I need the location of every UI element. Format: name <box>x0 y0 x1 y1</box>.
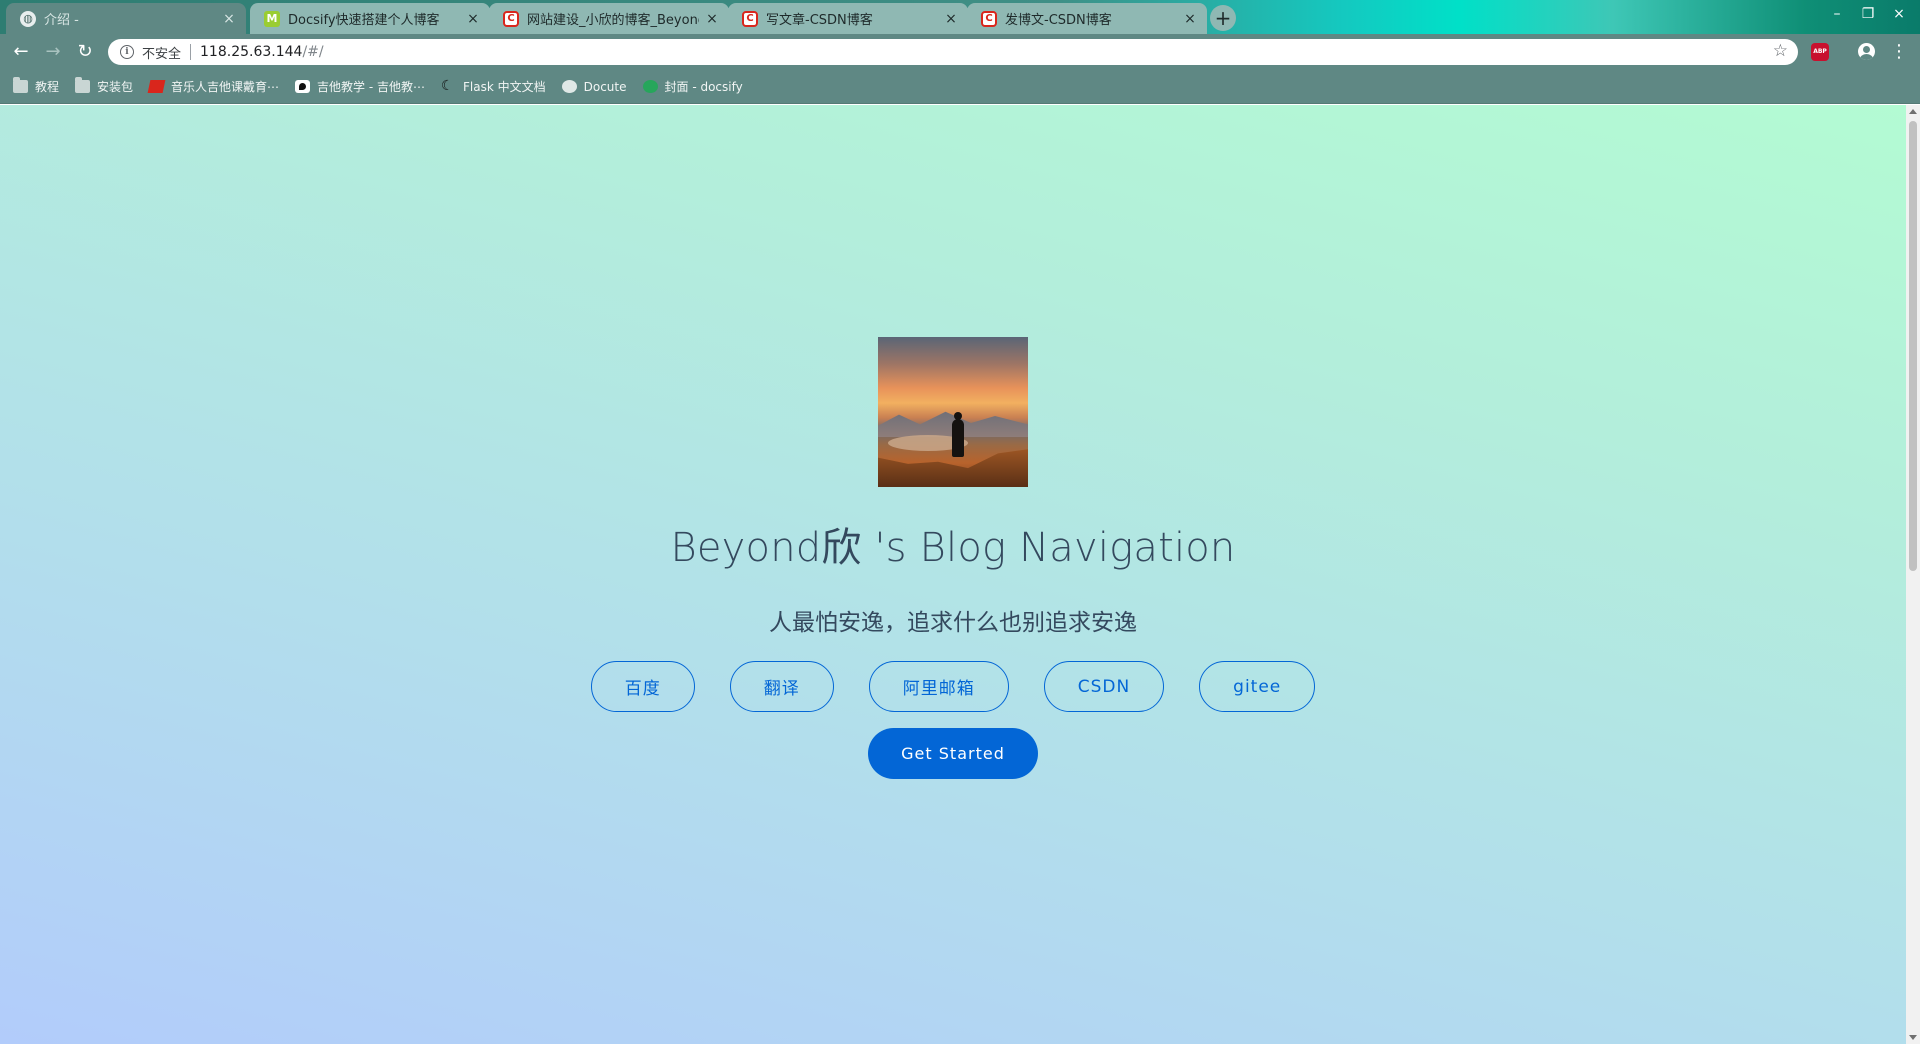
bookmark-label: 封面 - docsify <box>664 80 743 94</box>
translate-link-button[interactable]: 翻译 <box>729 661 834 712</box>
folder-icon <box>13 77 28 93</box>
bookmark-docsify-cover[interactable]: 封面 - docsify <box>642 78 743 95</box>
bookmark-label: 安装包 <box>97 80 134 94</box>
adblock-extension-icon[interactable]: ABP <box>1811 43 1829 61</box>
cover-section: Beyond欣 's Blog Navigation 人最怕安逸，追求什么也别追… <box>0 105 1906 779</box>
logo-person <box>952 412 964 457</box>
baidu-link-button[interactable]: 百度 <box>590 661 695 712</box>
bookmark-docute[interactable]: Docute <box>561 79 627 94</box>
frog-icon <box>642 80 658 93</box>
new-tab-button[interactable]: + <box>1210 5 1236 31</box>
bookmark-tutorials[interactable]: 教程 <box>13 77 60 95</box>
tab-title: 写文章-CSDN博客 <box>766 13 873 28</box>
tab-docsify[interactable]: M Docsify快速搭建个人博客 × <box>250 3 490 34</box>
url-host[interactable]: 118.25.63.144 <box>200 44 302 60</box>
url-path[interactable]: /#/ <box>302 44 323 60</box>
tab-csdn-blog[interactable]: C 网站建设_小欣的博客_Beyond欣 × <box>489 3 729 34</box>
tab-title: 介绍 - <box>44 13 79 28</box>
security-label[interactable]: 不安全 <box>142 43 181 62</box>
tagline: 人最怕安逸，追求什么也别追求安逸 <box>769 610 1137 636</box>
profile-avatar-icon[interactable] <box>1858 43 1875 60</box>
reload-icon[interactable]: ↻ <box>73 40 97 64</box>
m-logo-icon: M <box>264 10 280 27</box>
page-title: Beyond欣 's Blog Navigation <box>670 525 1236 571</box>
tab-csdn-write[interactable]: C 写文章-CSDN博客 × <box>728 3 968 34</box>
back-icon[interactable]: ← <box>9 40 33 64</box>
folder-icon <box>75 77 91 93</box>
tab-intro[interactable]: ◍ 介绍 - × <box>6 3 246 34</box>
music-site-icon <box>147 80 166 93</box>
bookmark-flask-docs[interactable]: ☾ Flask 中文文档 <box>441 78 546 95</box>
guitar-site-icon <box>295 80 311 93</box>
bookmarks-bar: 教程 安装包 音乐人吉他课戴育⋯ 吉他教学 - 吉他教⋯ ☾ Flask 中文文… <box>0 70 1920 104</box>
link-buttons: 百度 翻译 阿里邮箱 CSDN gitee <box>590 661 1316 712</box>
close-icon[interactable]: × <box>705 11 719 27</box>
bookmark-label: 教程 <box>35 80 60 94</box>
bookmark-guitar-teaching[interactable]: 吉他教学 - 吉他教⋯ <box>295 78 425 95</box>
address-separator <box>190 44 192 60</box>
csdn-icon: C <box>742 10 758 27</box>
globe-icon: ◍ <box>20 10 36 27</box>
bookmark-label: Docute <box>583 79 627 94</box>
bookmark-guitar-course[interactable]: 音乐人吉他课戴育⋯ <box>147 78 280 95</box>
csdn-link-button[interactable]: CSDN <box>1043 661 1165 712</box>
globe-icon <box>561 80 577 93</box>
csdn-icon: C <box>981 10 997 27</box>
forward-icon[interactable]: → <box>41 40 65 64</box>
page-viewport: Beyond欣 's Blog Navigation 人最怕安逸，追求什么也别追… <box>0 105 1906 1044</box>
bookmark-installers[interactable]: 安装包 <box>75 77 134 95</box>
page-scrollbar[interactable] <box>1906 105 1920 1044</box>
tab-title: 网站建设_小欣的博客_Beyond欣 <box>527 13 699 28</box>
flask-icon: ☾ <box>441 78 454 94</box>
restore-icon[interactable]: ❐ <box>1858 6 1878 22</box>
scroll-down-icon[interactable] <box>1909 1035 1917 1040</box>
browser-toolbar: ← → ↻ i 不安全 118.25.63.144 /#/ ☆ ABP ⋮ <box>0 34 1920 70</box>
bookmark-label: Flask 中文文档 <box>463 80 546 94</box>
info-icon[interactable]: i <box>120 45 134 59</box>
close-icon[interactable]: × <box>466 11 480 27</box>
bookmark-label: 吉他教学 - 吉他教⋯ <box>317 80 426 94</box>
close-window-icon[interactable]: × <box>1889 6 1909 22</box>
tab-csdn-post[interactable]: C 发博文-CSDN博客 × <box>967 3 1207 34</box>
get-started-button[interactable]: Get Started <box>868 728 1038 779</box>
tab-title: 发博文-CSDN博客 <box>1005 13 1112 28</box>
close-icon[interactable]: × <box>222 11 236 27</box>
gitee-link-button[interactable]: gitee <box>1199 661 1316 712</box>
tab-strip: ◍ 介绍 - × M Docsify快速搭建个人博客 × C 网站建设_小欣的博… <box>0 0 1920 34</box>
tab-title: Docsify快速搭建个人博客 <box>288 13 440 28</box>
cover-logo-image <box>878 337 1028 487</box>
address-bar[interactable]: i 不安全 118.25.63.144 /#/ ☆ <box>108 39 1798 65</box>
scroll-up-icon[interactable] <box>1909 109 1917 114</box>
close-icon[interactable]: × <box>1183 11 1197 27</box>
minimize-icon[interactable]: – <box>1827 6 1847 22</box>
bookmark-star-icon[interactable]: ☆ <box>1773 41 1788 61</box>
scrollbar-thumb[interactable] <box>1909 121 1917 571</box>
csdn-icon: C <box>503 10 519 27</box>
close-icon[interactable]: × <box>944 11 958 27</box>
ali-mail-link-button[interactable]: 阿里邮箱 <box>868 661 1009 712</box>
bookmark-label: 音乐人吉他课戴育⋯ <box>171 80 280 94</box>
more-menu-icon[interactable]: ⋮ <box>1890 40 1908 64</box>
